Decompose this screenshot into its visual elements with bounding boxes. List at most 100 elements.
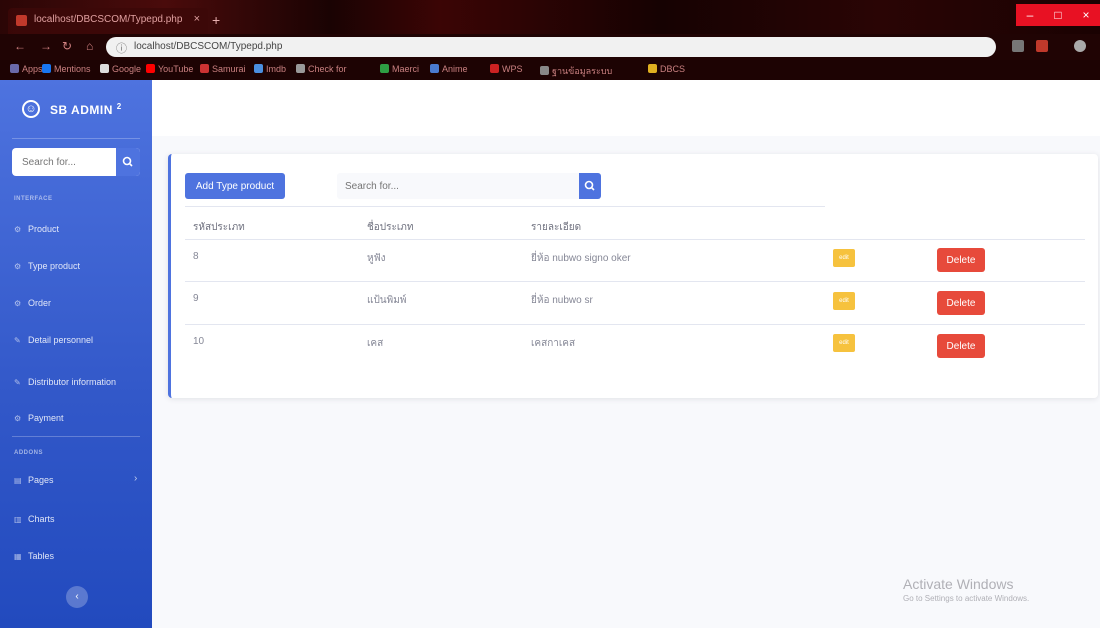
- cell-type-name: หูฟัง: [367, 253, 386, 264]
- minimize-button[interactable]: –: [1016, 4, 1044, 26]
- new-tab-button[interactable]: +: [212, 12, 220, 28]
- cell-type-name: เคส: [367, 338, 384, 349]
- address-bar-row: ← → ↻ ⌂ ⓘ localhost/DBCSCOM/Typepd.php: [0, 34, 1100, 60]
- cog-icon: ⚙: [14, 299, 22, 308]
- chevron-right-icon: ›: [134, 473, 138, 484]
- activate-windows-watermark: Activate Windows Go to Settings to activ…: [903, 576, 1029, 603]
- sidebar-item-payment[interactable]: ⚙ Payment: [14, 413, 64, 423]
- sidebar-item-product[interactable]: ⚙ Product: [14, 224, 59, 234]
- search-icon: [122, 156, 133, 167]
- sidebar-item-detail-personnel[interactable]: ✎ Detail personnel: [14, 335, 93, 345]
- sidebar-divider: [12, 138, 140, 139]
- table-icon: ▦: [14, 552, 22, 561]
- sidebar-item-tables[interactable]: ▦ Tables: [14, 551, 54, 561]
- cell-detail: เคสกาเคส: [531, 338, 576, 349]
- wrench-icon: ✎: [14, 336, 21, 345]
- bookmark-item[interactable]: YouTube: [146, 64, 193, 74]
- chart-icon: ▥: [14, 515, 22, 524]
- browser-tab[interactable]: localhost/DBCSCOM/Typepd.php ×: [8, 8, 208, 34]
- favicon-icon: [16, 15, 27, 26]
- sidebar-divider: [12, 436, 140, 437]
- reload-icon[interactable]: ↻: [62, 39, 72, 53]
- header-divider: [185, 206, 825, 207]
- extension-icon[interactable]: [1036, 40, 1048, 52]
- bookmark-item[interactable]: DBCS: [648, 64, 685, 74]
- sidebar-item-charts[interactable]: ▥ Charts: [14, 514, 55, 524]
- bookmark-item[interactable]: Maerci: [380, 64, 419, 74]
- delete-button[interactable]: Delete: [937, 291, 985, 315]
- folder-icon: ▤: [14, 476, 22, 485]
- sidebar-heading-interface: INTERFACE: [14, 196, 53, 202]
- tab-close-icon[interactable]: ×: [194, 13, 200, 25]
- cell-detail: ยี่ห้อ nubwo signo oker: [531, 253, 631, 264]
- sidebar-item-pages[interactable]: ▤ Pages: [14, 475, 54, 485]
- type-product-card: Add Type product รหัสประเภท ชื่อประเภท ร…: [168, 154, 1098, 398]
- sidebar-search: [12, 148, 140, 176]
- cog-icon: ⚙: [14, 414, 22, 423]
- url-text: localhost/DBCSCOM/Typepd.php: [134, 41, 283, 52]
- sidebar-item-label: Order: [28, 298, 52, 308]
- sidebar-item-distributor-information[interactable]: ✎ Distributor information: [14, 377, 116, 387]
- add-type-product-button[interactable]: Add Type product: [185, 173, 285, 199]
- cog-icon: ⚙: [14, 262, 22, 271]
- url-field[interactable]: ⓘ localhost/DBCSCOM/Typepd.php: [106, 37, 996, 57]
- sidebar-search-button[interactable]: [116, 148, 140, 176]
- table-search-input[interactable]: [337, 173, 577, 199]
- sidebar-toggle-button[interactable]: ‹: [66, 586, 88, 608]
- info-icon[interactable]: ⓘ: [116, 40, 127, 56]
- sidebar-item-label: Charts: [28, 514, 55, 524]
- search-icon: [584, 180, 595, 191]
- watermark-title: Activate Windows: [903, 576, 1014, 592]
- sidebar-item-label: Payment: [28, 413, 64, 423]
- topbar: [152, 80, 1100, 136]
- delete-button[interactable]: Delete: [937, 248, 985, 272]
- sidebar-item-label: Detail personnel: [28, 335, 94, 345]
- bookmark-item[interactable]: Imdb: [254, 64, 286, 74]
- table-search-button[interactable]: [579, 173, 601, 199]
- bookmark-item[interactable]: ฐานข้อมูลระบบ: [540, 64, 612, 78]
- sidebar-item-type-product[interactable]: ⚙ Type product: [14, 261, 80, 271]
- bookmark-item[interactable]: Check for: [296, 64, 347, 74]
- sidebar-item-order[interactable]: ⚙ Order: [14, 298, 51, 308]
- table-search: [337, 173, 601, 199]
- sidebar-brand[interactable]: ☺ SB ADMIN 2: [0, 80, 152, 138]
- sidebar-search-input[interactable]: [12, 148, 116, 176]
- row-divider: [185, 239, 1085, 240]
- back-icon[interactable]: ←: [14, 39, 26, 53]
- brand-name: SB ADMIN: [50, 103, 113, 117]
- cell-type-id: 8: [193, 251, 199, 262]
- cell-detail: ยี่ห้อ nubwo sr: [531, 295, 593, 306]
- browser-tab-bar: localhost/DBCSCOM/Typepd.php × + – □ ×: [0, 0, 1100, 34]
- column-header-type-name: ชื่อประเภท: [367, 222, 414, 233]
- extension-icon[interactable]: [1012, 40, 1024, 52]
- forward-icon[interactable]: →: [40, 39, 52, 53]
- column-header-detail: รายละเอียด: [531, 222, 582, 233]
- watermark-subtitle: Go to Settings to activate Windows.: [903, 594, 1030, 603]
- bookmark-item[interactable]: Samurai: [200, 64, 246, 74]
- cell-type-id: 9: [193, 293, 199, 304]
- bookmark-item[interactable]: Anime: [430, 64, 468, 74]
- maximize-button[interactable]: □: [1044, 4, 1072, 26]
- edit-button[interactable]: edit: [833, 292, 855, 310]
- wrench-icon: ✎: [14, 378, 21, 387]
- home-icon[interactable]: ⌂: [86, 39, 93, 53]
- bookmark-item[interactable]: Mentions: [42, 64, 91, 74]
- bookmarks-bar: Apps Mentions Google YouTube Samurai Imd…: [0, 60, 1100, 80]
- bookmark-item[interactable]: Apps: [10, 64, 43, 74]
- profile-icon[interactable]: [1074, 40, 1086, 52]
- delete-button[interactable]: Delete: [937, 334, 985, 358]
- laugh-wink-icon: ☺: [22, 100, 40, 118]
- sidebar: ☺ SB ADMIN 2 INTERFACE ⚙ Product ⚙ Type pr…: [0, 80, 152, 628]
- sidebar-item-label: Type product: [28, 261, 81, 271]
- bookmark-item[interactable]: WPS: [490, 64, 523, 74]
- row-divider: [185, 281, 1085, 282]
- bookmark-item[interactable]: Google: [100, 64, 141, 74]
- close-window-button[interactable]: ×: [1072, 4, 1100, 26]
- cell-type-id: 10: [193, 336, 205, 347]
- sidebar-item-label: Pages: [28, 475, 54, 485]
- column-header-type-id: รหัสประเภท: [193, 222, 245, 233]
- cog-icon: ⚙: [14, 225, 22, 234]
- brand-version: 2: [116, 102, 122, 111]
- edit-button[interactable]: edit: [833, 334, 855, 352]
- edit-button[interactable]: edit: [833, 249, 855, 267]
